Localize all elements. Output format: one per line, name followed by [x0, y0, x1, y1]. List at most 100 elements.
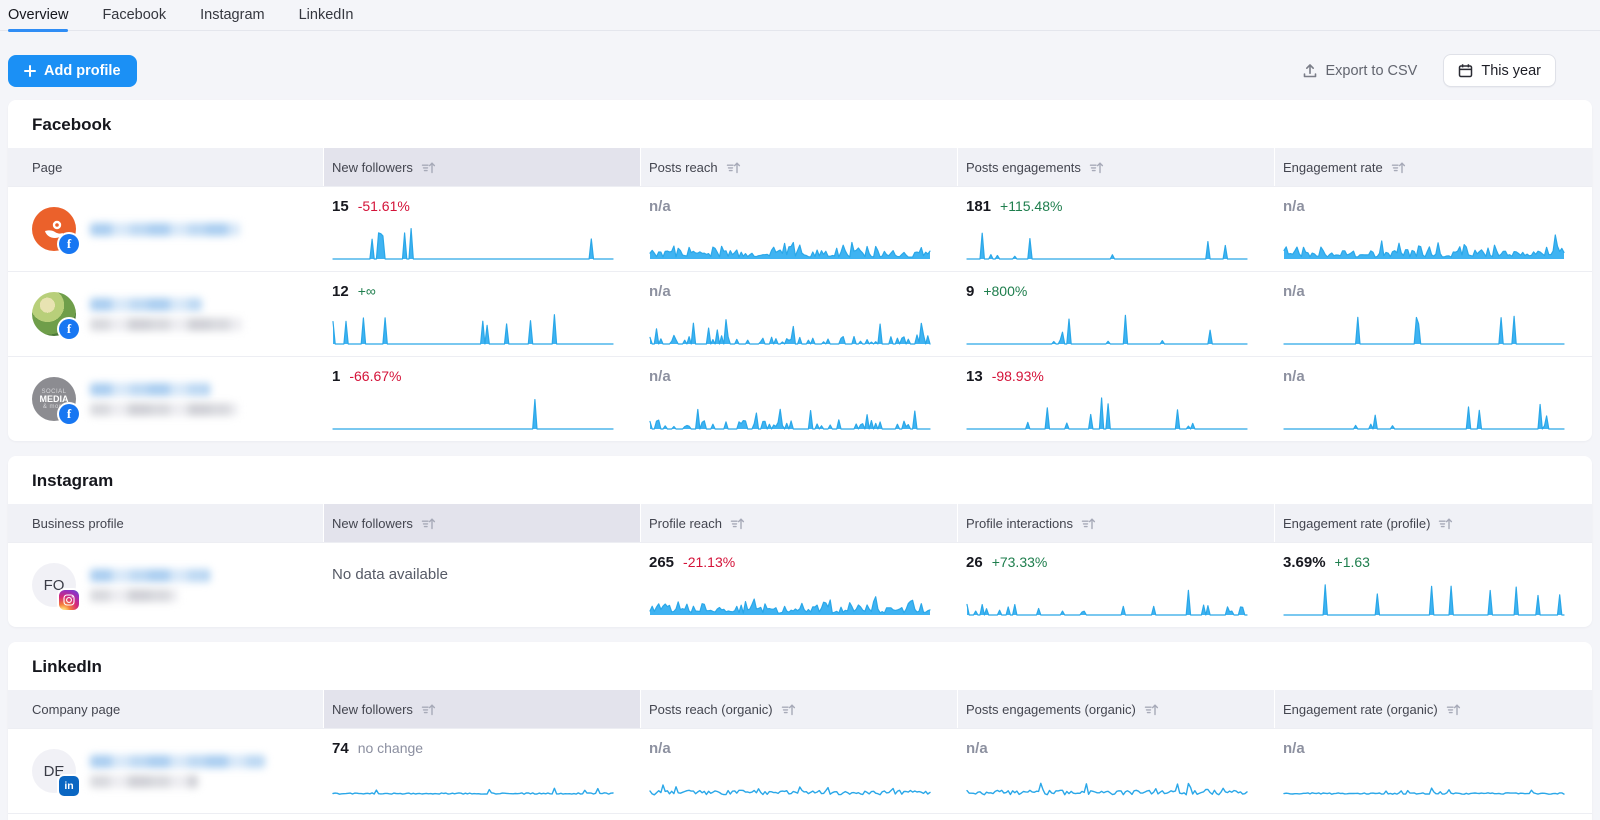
avatar: SOCIALMEDIA& moref — [32, 377, 76, 421]
metric-value: n/a — [966, 740, 988, 757]
metric-cell: 12+∞ — [324, 272, 641, 356]
metric-cell: n/a — [1275, 814, 1592, 820]
no-data-label: No data available — [332, 554, 609, 583]
column-header-engagement-rate-profile[interactable]: Engagement rate (profile) — [1275, 504, 1592, 542]
metric-cell: 0no change — [324, 814, 641, 820]
sort-icon[interactable] — [781, 703, 796, 716]
blurred-profile-name — [90, 755, 265, 788]
metric-delta: -66.67% — [349, 368, 401, 384]
sort-icon[interactable] — [1081, 517, 1096, 530]
metric-cell: n/a — [641, 814, 958, 820]
sort-icon[interactable] — [421, 161, 436, 174]
profile-cell[interactable]: f — [8, 272, 324, 356]
avatar: f — [32, 292, 76, 336]
sort-icon[interactable] — [1089, 161, 1104, 174]
metric-value-line: 12+∞ — [332, 283, 609, 303]
column-header-label: New followers — [332, 516, 413, 531]
date-range-label: This year — [1481, 63, 1541, 79]
metric-value: n/a — [1283, 283, 1305, 300]
sparkline-chart — [1283, 308, 1565, 346]
sort-icon[interactable] — [1438, 517, 1453, 530]
profile-cell[interactable]: DEin — [8, 729, 324, 813]
column-header-profile-reach[interactable]: Profile reach — [641, 504, 958, 542]
table-header-row: Business profile New followers Profile r… — [8, 504, 1592, 542]
toolbar: Add profile Export to CSV This year — [8, 54, 1556, 87]
metric-value: 181 — [966, 198, 991, 215]
blurred-profile-name — [90, 569, 210, 602]
sort-icon[interactable] — [421, 703, 436, 716]
sparkline-chart — [966, 223, 1248, 261]
redacted-text-line — [90, 318, 242, 331]
column-header-engagement-rate[interactable]: Engagement rate — [1275, 148, 1592, 186]
column-header-label: Business profile — [32, 516, 124, 531]
tab-instagram[interactable]: Instagram — [200, 0, 264, 31]
column-header-label: Posts engagements (organic) — [966, 702, 1136, 717]
redacted-text-line — [90, 569, 210, 582]
metric-value-line: 74no change — [332, 740, 609, 760]
tab-facebook[interactable]: Facebook — [102, 0, 166, 31]
toolbar-right: Export to CSV This year — [1302, 54, 1556, 87]
sort-icon[interactable] — [1446, 703, 1461, 716]
column-header-posts-reach[interactable]: Posts reach — [641, 148, 958, 186]
export-csv-label: Export to CSV — [1325, 63, 1417, 79]
sort-icon[interactable] — [726, 161, 741, 174]
metric-cell: n/a — [1275, 357, 1592, 441]
export-csv-button[interactable]: Export to CSV — [1302, 63, 1417, 79]
column-header-posts-reach-organic[interactable]: Posts reach (organic) — [641, 690, 958, 728]
calendar-icon — [1458, 63, 1473, 78]
column-header-engagement-rate-organic[interactable]: Engagement rate (organic) — [1275, 690, 1592, 728]
sparkline-chart — [649, 765, 931, 803]
column-header-new-followers[interactable]: New followers — [324, 504, 641, 542]
date-range-button[interactable]: This year — [1443, 54, 1556, 87]
sort-icon[interactable] — [730, 517, 745, 530]
table-row: FO No data available 265-21.13% 26+73.33… — [8, 542, 1592, 627]
sparkline-chart — [649, 579, 931, 617]
column-header-profile-interactions[interactable]: Profile interactions — [958, 504, 1275, 542]
metric-delta: +115.48% — [1000, 198, 1062, 214]
facebook-badge-icon: f — [59, 404, 79, 424]
metric-value: n/a — [1283, 368, 1305, 385]
add-profile-button[interactable]: Add profile — [8, 55, 137, 87]
table-header-row: Page New followers Posts reach Posts eng… — [8, 148, 1592, 186]
column-header-label: Company page — [32, 702, 120, 717]
profile-cell[interactable]: SOCIALMEDIA& moref — [8, 357, 324, 441]
profile-cell[interactable]: FO — [8, 543, 324, 627]
column-header-posts-engagements-organic[interactable]: Posts engagements (organic) — [958, 690, 1275, 728]
tab-overview[interactable]: Overview — [8, 0, 68, 31]
metric-cell: 3.69%+1.63 — [1275, 543, 1592, 627]
column-header-new-followers[interactable]: New followers — [324, 148, 641, 186]
metric-value: n/a — [649, 198, 671, 215]
sort-icon[interactable] — [1144, 703, 1159, 716]
tab-linkedin[interactable]: LinkedIn — [299, 0, 354, 31]
sparkline-chart — [966, 579, 1248, 617]
metric-value: 1 — [332, 368, 340, 385]
sparkline-chart — [332, 393, 614, 431]
metric-value-line: n/a — [1283, 283, 1560, 303]
table-row: f 15-51.61% n/a 181 +115.48% n/a — [8, 186, 1592, 271]
metric-delta: +1.63 — [1335, 554, 1370, 570]
facebook-badge-icon: f — [59, 234, 79, 254]
metric-value-line: 15-51.61% — [332, 198, 609, 218]
metric-value-line: 1 -66.67% — [332, 368, 609, 388]
column-header-label: Engagement rate (profile) — [1283, 516, 1430, 531]
profile-cell[interactable]: f — [8, 187, 324, 271]
column-header-label: Profile interactions — [966, 516, 1073, 531]
metric-value-line: n/a — [1283, 740, 1560, 760]
metric-value: 9 — [966, 283, 974, 300]
column-header-posts-engagements[interactable]: Posts engagements — [958, 148, 1275, 186]
metric-value-line: n/a — [1283, 368, 1560, 388]
profile-cell[interactable]: OPin — [8, 814, 324, 820]
metric-cell: n/a — [1275, 187, 1592, 271]
sort-icon[interactable] — [1391, 161, 1406, 174]
metric-delta: +73.33% — [992, 554, 1048, 570]
metric-value-line: 3.69%+1.63 — [1283, 554, 1560, 574]
table-row: DEin 74no change n/a n/a n/a — [8, 728, 1592, 813]
metric-cell: 15-51.61% — [324, 187, 641, 271]
blurred-profile-name — [90, 383, 238, 416]
sort-icon[interactable] — [421, 517, 436, 530]
avatar: FO — [32, 563, 76, 607]
column-header-new-followers[interactable]: New followers — [324, 690, 641, 728]
blurred-profile-name — [90, 223, 240, 236]
column-header-label: Page — [32, 160, 62, 175]
section-title: Instagram — [8, 456, 1592, 504]
